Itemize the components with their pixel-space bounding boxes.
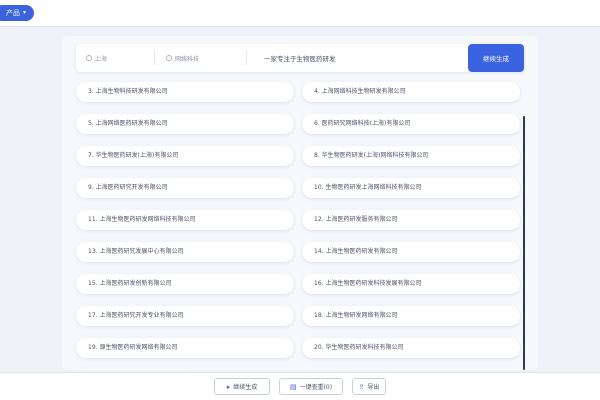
location-radio-icon (86, 55, 92, 61)
results-list: 3. 上海生物科技研发有限公司 4. 上海网络科技生物研发有限公司 5. 上海网… (76, 80, 522, 370)
category-radio-icon (166, 55, 172, 61)
footer-toolbar: ▸ 继续生成 ▤ 一键查重(0) ⇪ 导出 (0, 372, 600, 400)
list-item[interactable]: 5. 上海网络医药研发有限公司 (76, 114, 294, 134)
list-item[interactable]: 14. 上海生物医药研发有限公司 (302, 242, 520, 262)
list-item[interactable]: 15. 上海医药研发创新有限公司 (76, 274, 294, 294)
check-duplicate-button[interactable]: ▤ 一键查重(0) (279, 378, 343, 395)
export-button[interactable]: ⇪ 导出 (352, 378, 386, 395)
product-dropdown[interactable]: 产品 ▾ (0, 5, 35, 21)
divider (154, 51, 155, 65)
query-text: 一家专注于生物医药研发 (264, 55, 336, 63)
check-duplicate-label: 一键查重(0) (299, 384, 333, 391)
product-dropdown-label: 产品 (6, 9, 20, 17)
query-input[interactable]: 一家专注于生物医药研发 (264, 44, 336, 72)
list-item[interactable]: 17. 上海医药研究开发专业有限公司 (76, 306, 294, 326)
search-bar: 上海 网络科技 一家专注于生物医药研发 继续生成 (76, 44, 524, 72)
scrollbar[interactable] (523, 116, 525, 370)
list-item[interactable]: 3. 上海生物科技研发有限公司 (76, 82, 294, 102)
list-item[interactable]: 8. 华生物医药研发(上海)网络科技有限公司 (302, 146, 520, 166)
list-item[interactable]: 13. 上海医药研究发展中心有限公司 (76, 242, 294, 262)
list-item[interactable]: 12. 上海医药研发服务有限公司 (302, 210, 520, 230)
list-item[interactable]: 11. 上海生物医药研发网络科技有限公司 (76, 210, 294, 230)
export-icon: ⇪ (358, 382, 365, 391)
play-icon: ▸ (226, 382, 231, 391)
continue-generate-label: 继续生成 (233, 384, 258, 391)
list-item[interactable]: 18. 上海生物研发网络有限公司 (302, 306, 520, 326)
continue-generate-button[interactable]: ▸ 继续生成 (214, 378, 270, 395)
top-bar: 产品 ▾ (0, 0, 600, 27)
divider (246, 51, 247, 65)
list-item[interactable]: 20. 华生物医药研发科技有限公司 (302, 338, 520, 358)
generate-button[interactable]: 继续生成 (468, 44, 524, 72)
list-item[interactable]: 16. 上海生物医药研发科技发展有限公司 (302, 274, 520, 294)
list-item[interactable]: 4. 上海网络科技生物研发有限公司 (302, 82, 520, 102)
list-item[interactable]: 19. 源生物医药研发网络有限公司 (76, 338, 294, 358)
list-item[interactable]: 9. 上海医药研究开发有限公司 (76, 178, 294, 198)
list-item[interactable]: 10. 生物医药研发上海网络科技有限公司 (302, 178, 520, 198)
list-item[interactable]: 7. 华生物医药研发(上海)有限公司 (76, 146, 294, 166)
export-label: 导出 (367, 384, 380, 391)
category-field[interactable]: 网络科技 (166, 44, 199, 72)
document-icon: ▤ (289, 382, 297, 391)
location-value: 上海 (95, 55, 108, 63)
list-item[interactable]: 6. 医药研究网络科技(上海)有限公司 (302, 114, 520, 134)
category-value: 网络科技 (175, 55, 200, 63)
location-field[interactable]: 上海 (86, 44, 107, 72)
chevron-down-icon: ▾ (23, 9, 27, 16)
